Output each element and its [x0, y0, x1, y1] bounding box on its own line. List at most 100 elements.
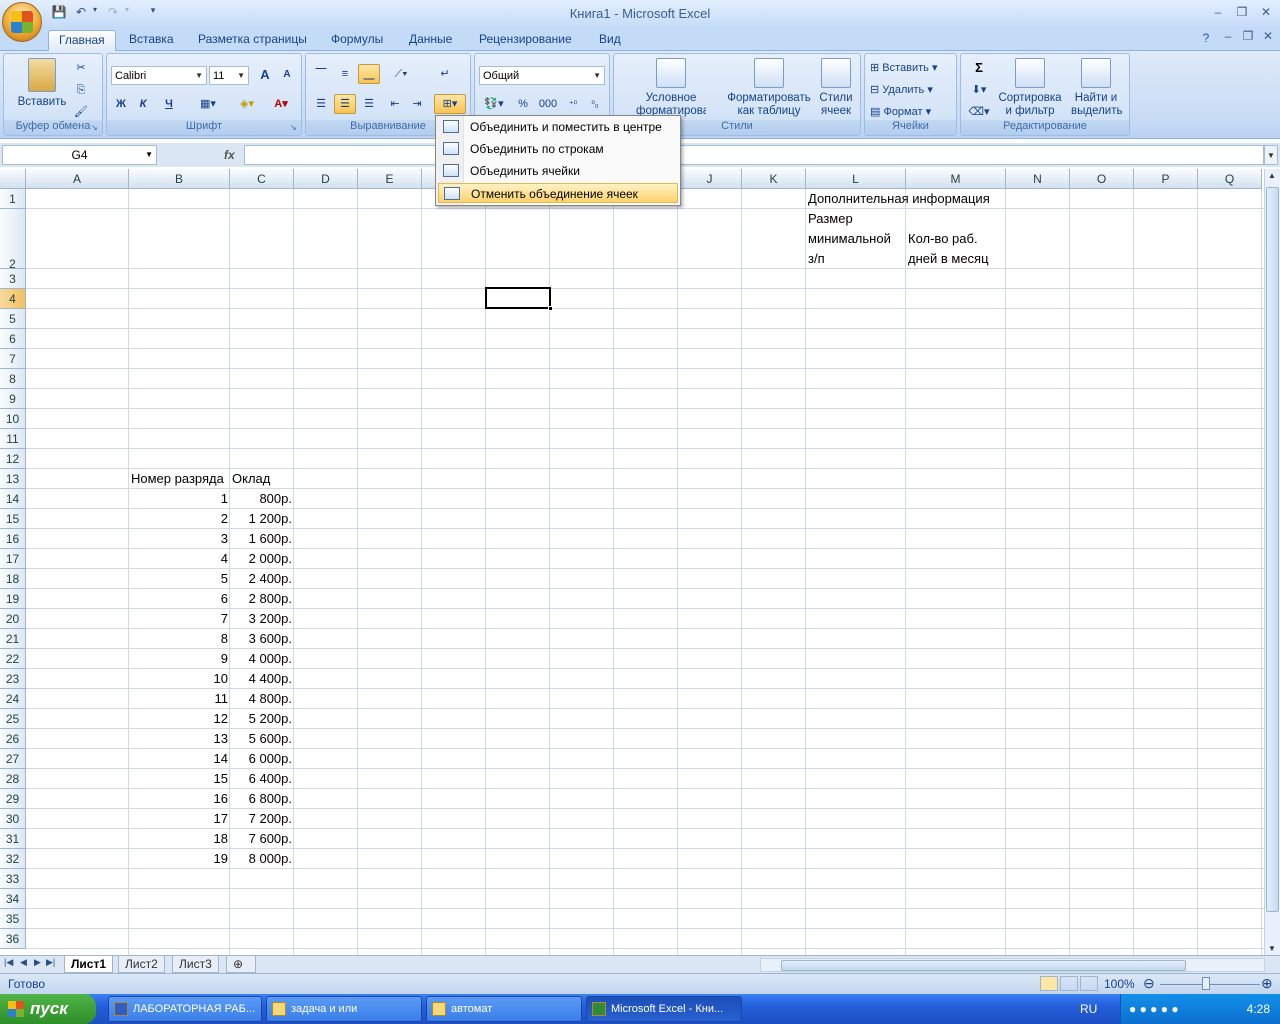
cell-L1[interactable]: Дополнительная информация — [806, 189, 992, 209]
cell-grade[interactable]: 12 — [129, 709, 230, 729]
row-header-31[interactable]: 31 — [0, 829, 26, 849]
cell-M2-line2[interactable]: дней в месяц — [906, 249, 991, 269]
row-header-15[interactable]: 15 — [0, 509, 26, 529]
cell-grade[interactable]: 15 — [129, 769, 230, 789]
taskbar-item-excel[interactable]: Microsoft Excel - Кни... — [586, 996, 742, 1022]
font-size-combo[interactable]: 11 ▼ — [209, 66, 249, 85]
clear-icon[interactable]: ⌫▾ — [965, 102, 993, 122]
cell-B13[interactable]: Номер разряда — [129, 469, 226, 489]
column-header-D[interactable]: D — [294, 169, 358, 189]
zoom-slider-thumb[interactable] — [1202, 977, 1210, 990]
tab-home[interactable]: Главная — [48, 30, 116, 51]
cell-salary[interactable]: 5 600р. — [230, 729, 294, 749]
row-header-28[interactable]: 28 — [0, 769, 26, 789]
row-header-33[interactable]: 33 — [0, 869, 26, 889]
vertical-scroll-thumb[interactable] — [1266, 187, 1279, 912]
row-header-5[interactable]: 5 — [0, 309, 26, 329]
tray-icons[interactable]: ● ● ● ● ● — [1129, 1002, 1179, 1016]
fill-color-icon[interactable]: ◈▾ — [231, 94, 263, 114]
row-header-23[interactable]: 23 — [0, 669, 26, 689]
row-header-13[interactable]: 13 — [0, 469, 26, 489]
currency-icon[interactable]: 💱▾ — [479, 94, 509, 114]
thousands-button[interactable]: 000 — [535, 94, 561, 114]
cell-grade[interactable]: 11 — [129, 689, 230, 709]
row-header-34[interactable]: 34 — [0, 889, 26, 909]
fill-icon[interactable]: ⬇▾ — [965, 80, 993, 100]
name-box[interactable]: G4 ▼ — [2, 145, 157, 165]
cell-salary[interactable]: 2 800р. — [230, 589, 294, 609]
tab-view[interactable]: Вид — [589, 30, 631, 51]
row-header-8[interactable]: 8 — [0, 369, 26, 389]
row-header-30[interactable]: 30 — [0, 809, 26, 829]
tab-review[interactable]: Рецензирование — [469, 30, 582, 51]
menu-unmerge-cells[interactable]: Отменить объединение ячеек — [438, 183, 678, 203]
underline-button[interactable]: Ч — [155, 94, 183, 114]
column-header-B[interactable]: B — [129, 169, 230, 189]
expand-formula-bar-icon[interactable]: ▼ — [1264, 145, 1278, 165]
insert-cells-button[interactable]: ⊞ Вставить ▾ — [869, 58, 953, 78]
font-name-combo[interactable]: Calibri ▼ — [111, 66, 207, 85]
row-header-32[interactable]: 32 — [0, 849, 26, 869]
cell-salary[interactable]: 5 200р. — [230, 709, 294, 729]
row-header-4[interactable]: 4 — [0, 289, 26, 309]
zoom-slider[interactable] — [1160, 984, 1260, 985]
conditional-formatting-button[interactable]: Условное форматирование — [618, 58, 724, 118]
tab-page-layout[interactable]: Разметка страницы — [188, 30, 317, 51]
zoom-out-icon[interactable]: ⊖ — [1143, 975, 1155, 992]
close-icon[interactable]: ✕ — [1256, 5, 1276, 21]
row-header-29[interactable]: 29 — [0, 789, 26, 809]
row-header-10[interactable]: 10 — [0, 409, 26, 429]
grow-font-button[interactable]: A — [255, 65, 275, 85]
cell-salary[interactable]: 4 800р. — [230, 689, 294, 709]
cell-grade[interactable]: 2 — [129, 509, 230, 529]
worksheet-grid[interactable]: ABCDEFGHIJKLMNOPQ 1234567891011121314151… — [0, 169, 1264, 955]
select-all-corner[interactable] — [0, 169, 26, 189]
zoom-level[interactable]: 100% — [1104, 977, 1135, 991]
taskbar-item-word[interactable]: ЛАБОРАТОРНАЯ РАБ... — [108, 996, 262, 1022]
cell-grade[interactable]: 14 — [129, 749, 230, 769]
row-header-2[interactable]: 2 — [0, 209, 26, 271]
cell-grade[interactable]: 5 — [129, 569, 230, 589]
cell-grade[interactable]: 8 — [129, 629, 230, 649]
sheet-tab-3[interactable]: Лист3 — [172, 956, 219, 973]
insert-sheet-icon[interactable]: ⊕ — [226, 956, 256, 973]
cell-grade[interactable]: 18 — [129, 829, 230, 849]
cell-grade[interactable]: 19 — [129, 849, 230, 869]
column-header-N[interactable]: N — [1006, 169, 1070, 189]
office-button[interactable] — [2, 2, 42, 42]
tab-data[interactable]: Данные — [399, 30, 462, 51]
cell-styles-button[interactable]: Стили ячеек — [814, 58, 858, 118]
cell-grade[interactable]: 1 — [129, 489, 230, 509]
row-header-35[interactable]: 35 — [0, 909, 26, 929]
cell-grade[interactable]: 4 — [129, 549, 230, 569]
cell-salary[interactable]: 6 800р. — [230, 789, 294, 809]
selected-cell-G4[interactable] — [485, 287, 553, 311]
column-header-J[interactable]: J — [678, 169, 742, 189]
format-as-table-button[interactable]: Форматировать как таблицу — [724, 58, 814, 118]
taskbar-item-folder2[interactable]: автомат — [426, 996, 582, 1022]
decrease-decimal-icon[interactable]: ⁰₀ — [585, 94, 605, 114]
cell-salary[interactable]: 6 000р. — [230, 749, 294, 769]
cell-salary[interactable]: 3 200р. — [230, 609, 294, 629]
increase-decimal-icon[interactable]: ⁺⁰ — [563, 94, 583, 114]
column-header-P[interactable]: P — [1134, 169, 1198, 189]
wrap-text-icon[interactable]: ↵ — [434, 64, 456, 84]
row-header-36[interactable]: 36 — [0, 929, 26, 949]
doc-close-icon[interactable]: ✕ — [1258, 29, 1278, 45]
row-header-19[interactable]: 19 — [0, 589, 26, 609]
cell-L2-line3[interactable]: з/п — [806, 249, 827, 269]
bold-button[interactable]: Ж — [111, 94, 131, 114]
cell-L2-line1[interactable]: Размер — [806, 209, 855, 229]
row-header-1[interactable]: 1 — [0, 189, 26, 209]
row-header-7[interactable]: 7 — [0, 349, 26, 369]
align-left-icon[interactable]: ☰ — [310, 94, 332, 114]
orientation-icon[interactable]: ⟋▾ — [386, 64, 416, 84]
column-header-M[interactable]: M — [906, 169, 1006, 189]
row-header-14[interactable]: 14 — [0, 489, 26, 509]
doc-minimize-icon[interactable]: – — [1218, 29, 1238, 45]
number-format-combo[interactable]: Общий ▼ — [479, 66, 605, 85]
insert-function-button[interactable]: fx — [224, 148, 235, 162]
horizontal-scroll-thumb[interactable] — [781, 960, 1186, 971]
align-right-icon[interactable]: ☰ — [358, 94, 380, 114]
row-header-11[interactable]: 11 — [0, 429, 26, 449]
